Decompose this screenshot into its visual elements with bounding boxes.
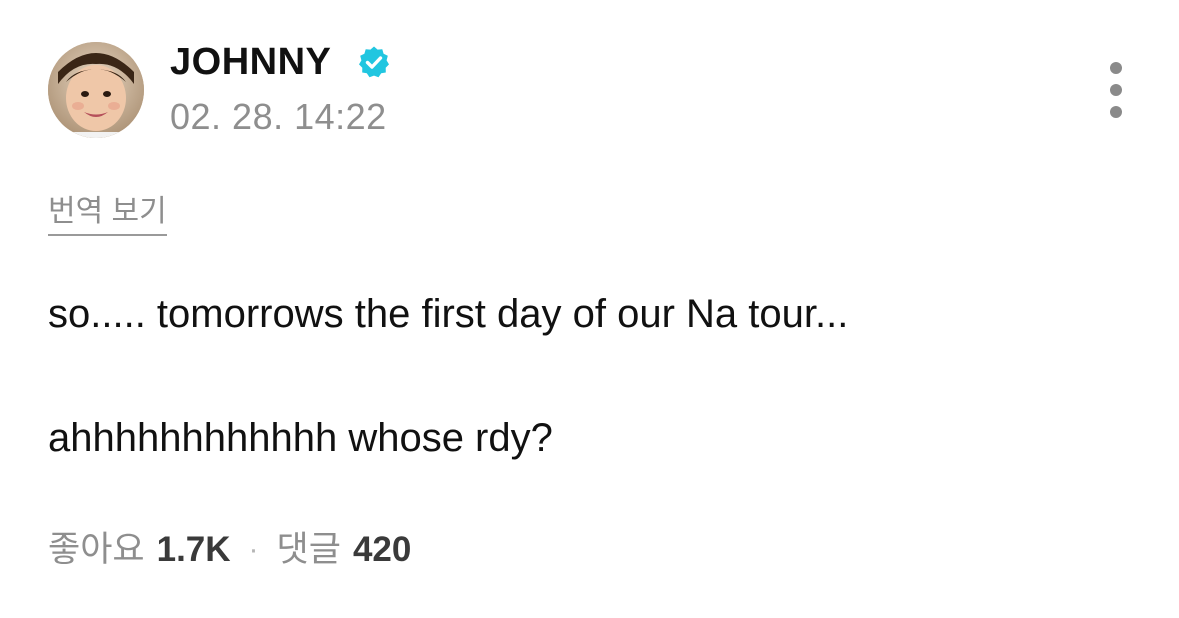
translate-link[interactable]: 번역 보기 <box>48 192 167 236</box>
post-text-line: ahhhhhhhhhhhh whose rdy? <box>48 416 553 460</box>
post-text-line: so..... tomorrows the first day of our N… <box>48 292 849 336</box>
post-stats: 좋아요 1.7K · 댓글 420 <box>48 528 411 572</box>
avatar[interactable] <box>48 42 144 138</box>
likes-button[interactable]: 좋아요 1.7K <box>48 528 231 572</box>
likes-label: 좋아요 <box>48 530 145 569</box>
verified-badge-icon <box>357 45 391 79</box>
stats-separator: · <box>248 533 259 566</box>
more-vertical-icon-dot <box>1110 84 1122 96</box>
post-timestamp: 02. 28. 14:22 <box>170 96 387 137</box>
more-vertical-icon-dot <box>1110 106 1122 118</box>
more-vertical-icon-dot <box>1110 62 1122 74</box>
post-body: so..... tomorrows the first day of our N… <box>48 290 1128 462</box>
comments-label: 댓글 <box>276 530 341 569</box>
comments-count: 420 <box>352 530 412 569</box>
more-options-button[interactable] <box>1100 58 1132 122</box>
comments-button[interactable]: 댓글 420 <box>277 528 412 572</box>
likes-count: 1.7K <box>156 530 231 569</box>
avatar-image <box>48 42 144 138</box>
author-name[interactable]: JOHNNY <box>170 40 331 84</box>
